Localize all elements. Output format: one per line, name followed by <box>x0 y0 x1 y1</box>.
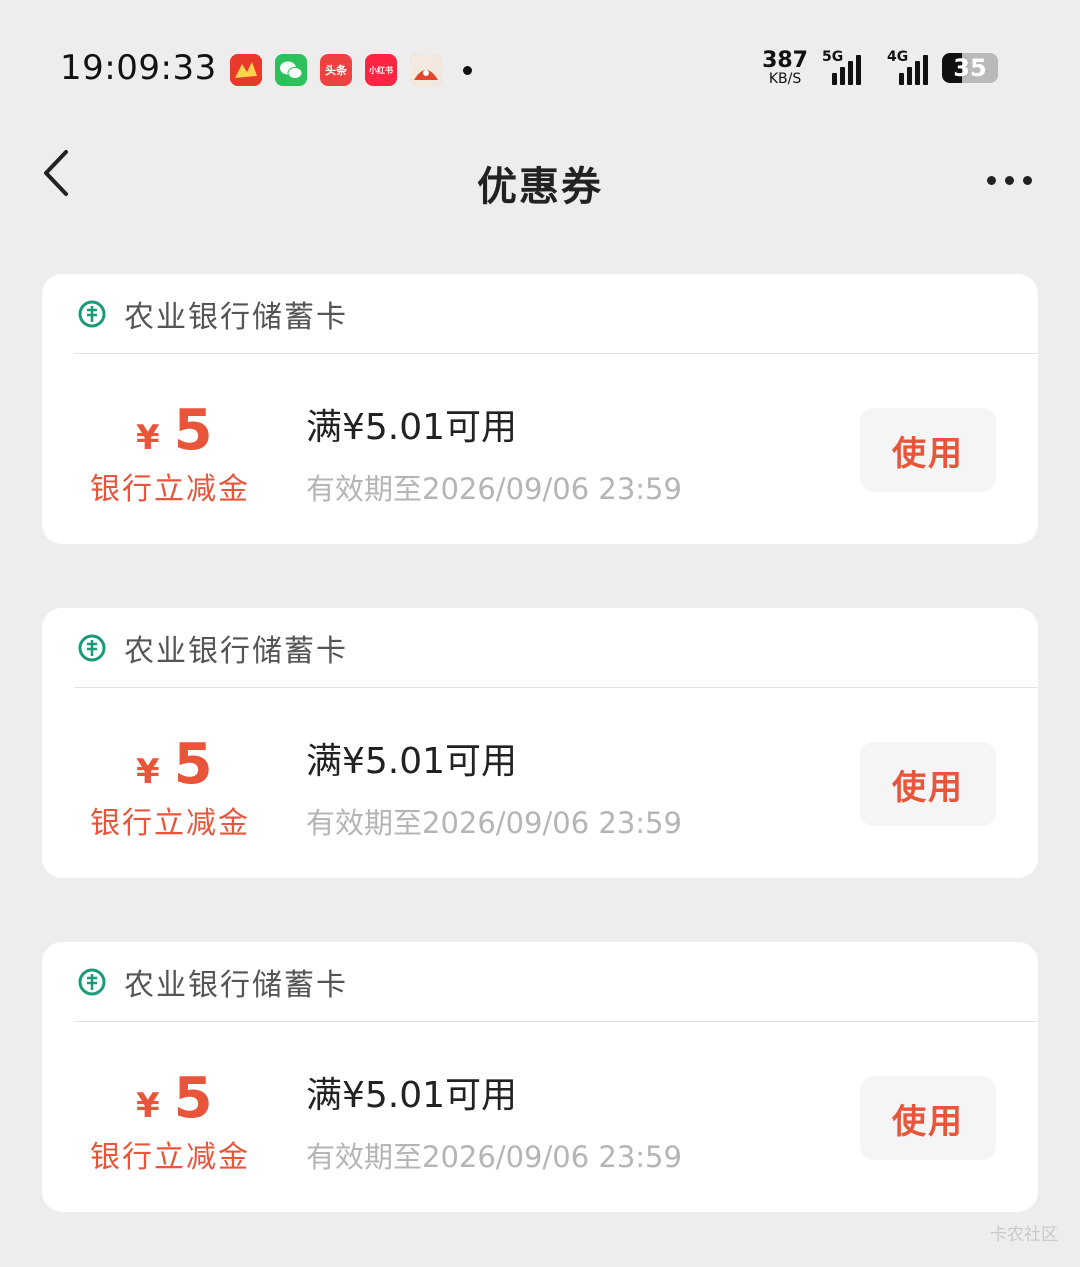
coupon-body: ¥ 5 银行立减金 满¥5.01可用 有效期至2026/09/06 23:59 … <box>42 354 1038 544</box>
battery-icon: 35 <box>942 53 998 83</box>
signal-bar <box>907 67 912 85</box>
coupon-header: 农业银行储蓄卡 <box>74 274 1038 354</box>
signal-5g-icon: 5G <box>822 49 861 85</box>
use-button[interactable]: 使用 <box>860 1076 996 1160</box>
net-speed-value: 387 <box>762 48 808 73</box>
battery-level: 35 <box>953 54 987 82</box>
coupon-amount: ¥ 5 <box>136 398 213 463</box>
notification-icons: 头条 小红书 <box>230 54 472 86</box>
amount-value: 5 <box>173 1066 213 1131</box>
currency-symbol: ¥ <box>136 1086 160 1126</box>
bank-name: 农业银行储蓄卡 <box>124 967 348 1003</box>
use-button[interactable]: 使用 <box>860 408 996 492</box>
net-speed: 387 KB/S <box>762 48 808 87</box>
coupon-header: 农业银行储蓄卡 <box>74 942 1038 1022</box>
abc-bank-logo-icon <box>78 968 106 995</box>
signal-bar <box>899 73 904 85</box>
coupon-condition: 满¥5.01可用 <box>306 741 518 782</box>
coupon-validity: 有效期至2026/09/06 23:59 <box>306 806 682 840</box>
status-time: 19:09:33 <box>60 48 217 88</box>
signal-4g-label: 4G <box>887 49 909 65</box>
more-notifications-dot <box>463 65 472 75</box>
amount-value: 5 <box>173 398 213 463</box>
currency-symbol: ¥ <box>136 752 160 792</box>
wechat-icon <box>275 54 307 86</box>
signal-bar <box>832 73 837 85</box>
coupon-validity: 有效期至2026/09/06 23:59 <box>306 472 682 506</box>
currency-symbol: ¥ <box>136 418 160 458</box>
coupon-list: 农业银行储蓄卡 ¥ 5 银行立减金 满¥5.01可用 有效期至2026/09/0… <box>42 274 1038 1267</box>
coupon-condition: 满¥5.01可用 <box>306 1075 518 1116</box>
screen: 19:09:33 头条 小红书 387 KB/S 5G 4G 35 优惠券 农业… <box>0 0 1080 1267</box>
coupon-amount: ¥ 5 <box>136 732 213 797</box>
page-title: 优惠券 <box>477 164 603 210</box>
signal-bar <box>840 67 845 85</box>
amount-label: 银行立减金 <box>90 806 250 841</box>
abc-bank-logo-icon <box>78 300 106 327</box>
toutiao-label: 头条 <box>325 64 347 77</box>
coupon-body: ¥ 5 银行立减金 满¥5.01可用 有效期至2026/09/06 23:59 … <box>42 1022 1038 1212</box>
net-speed-unit: KB/S <box>768 71 802 87</box>
shop-app-icon <box>410 54 442 86</box>
signal-bar <box>915 61 920 85</box>
signal-4g-icon: 4G <box>875 49 928 85</box>
signal-bar <box>856 55 861 85</box>
more-dot-icon <box>1005 176 1014 185</box>
coupon-card: 农业银行储蓄卡 ¥ 5 银行立减金 满¥5.01可用 有效期至2026/09/0… <box>42 608 1038 878</box>
signal-bar <box>848 61 853 85</box>
signal-5g-label: 5G <box>822 49 844 65</box>
use-button[interactable]: 使用 <box>860 742 996 826</box>
abc-bank-logo-icon <box>78 634 106 661</box>
watermark: 卡农社区 <box>990 1225 1058 1245</box>
xiaohongshu-label: 小红书 <box>369 65 393 75</box>
bank-name: 农业银行储蓄卡 <box>124 299 348 335</box>
coupon-validity: 有效期至2026/09/06 23:59 <box>306 1140 682 1174</box>
toutiao-icon: 头条 <box>320 54 352 86</box>
more-dot-icon <box>987 176 996 185</box>
coupon-amount: ¥ 5 <box>136 1066 213 1131</box>
xiaohongshu-icon: 小红书 <box>365 54 397 86</box>
coupon-body: ¥ 5 银行立减金 满¥5.01可用 有效期至2026/09/06 23:59 … <box>42 688 1038 878</box>
coupon-card: 农业银行储蓄卡 ¥ 5 银行立减金 满¥5.01可用 有效期至2026/09/0… <box>42 274 1038 544</box>
more-dot-icon <box>1023 176 1032 185</box>
amount-label: 银行立减金 <box>90 1140 250 1175</box>
bank-name: 农业银行储蓄卡 <box>124 633 348 669</box>
game-app-icon <box>230 54 262 86</box>
status-indicators: 387 KB/S 5G 4G 35 <box>762 48 998 87</box>
more-options-button[interactable] <box>987 176 1032 185</box>
status-bar: 19:09:33 头条 小红书 387 KB/S 5G 4G 35 <box>0 0 1080 140</box>
coupon-card: 农业银行储蓄卡 ¥ 5 银行立减金 满¥5.01可用 有效期至2026/09/0… <box>42 942 1038 1212</box>
signal-bar <box>923 55 928 85</box>
coupon-condition: 满¥5.01可用 <box>306 407 518 448</box>
coupon-header: 农业银行储蓄卡 <box>74 608 1038 688</box>
amount-label: 银行立减金 <box>90 472 250 507</box>
amount-value: 5 <box>173 732 213 797</box>
